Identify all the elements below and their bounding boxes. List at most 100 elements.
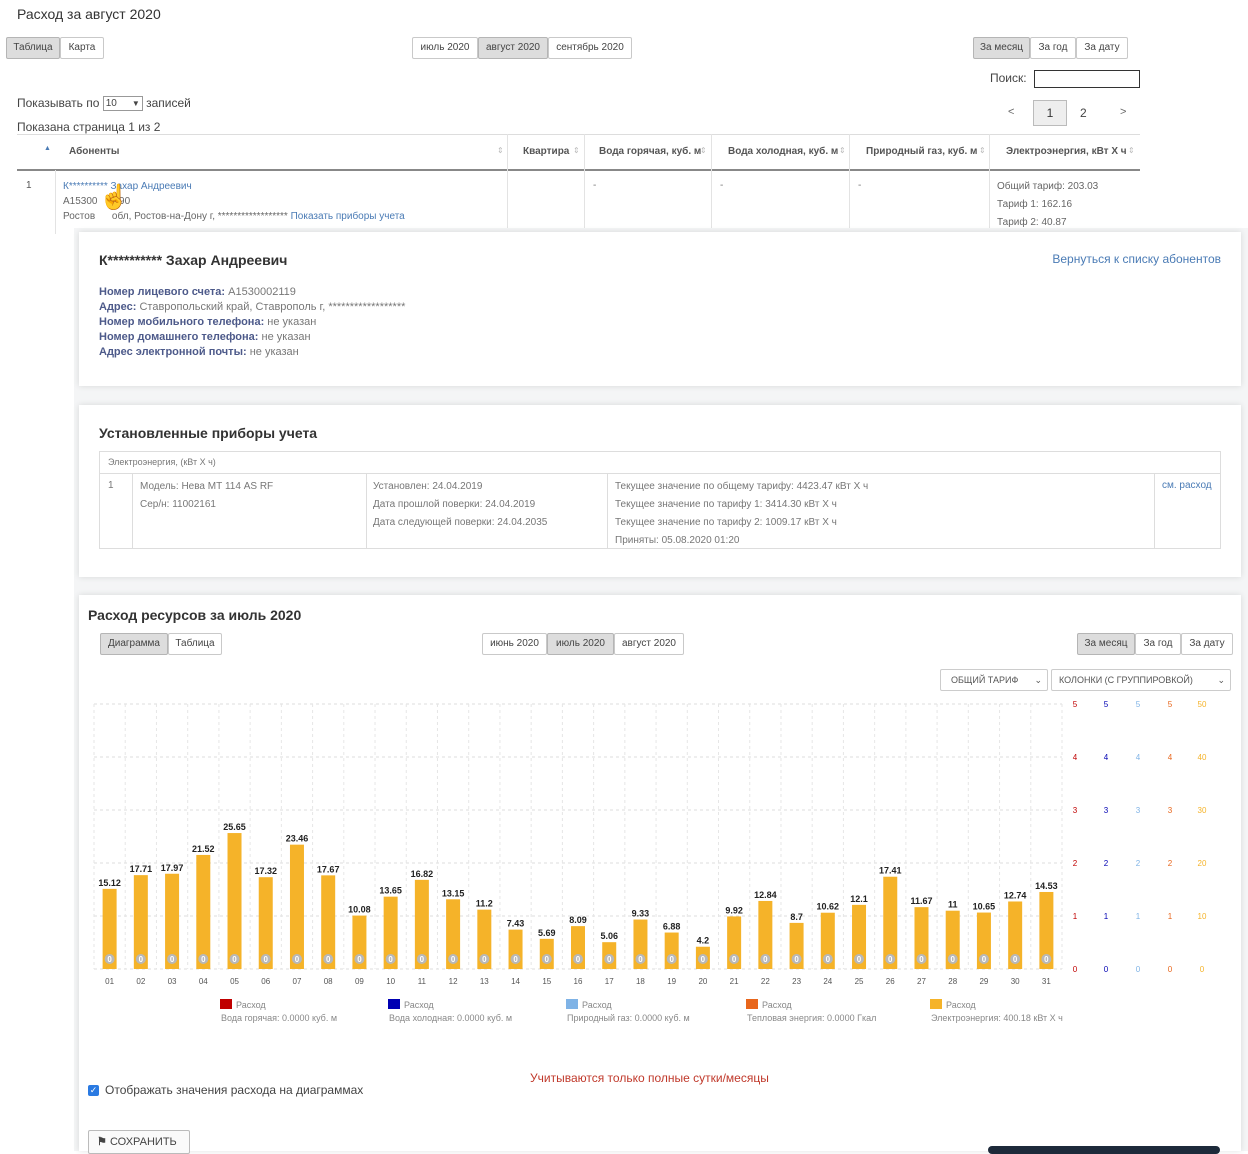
account-number: А15300 bbox=[63, 196, 98, 207]
month-tab-july[interactable]: июль 2020 bbox=[412, 37, 478, 59]
device-number: 1 bbox=[108, 480, 114, 491]
bar-value-label: 17.67 bbox=[317, 864, 340, 874]
x-tick-label: 23 bbox=[792, 977, 801, 986]
legend-swatch bbox=[388, 999, 400, 1009]
usage-period-month[interactable]: За месяц bbox=[1077, 633, 1135, 655]
view-tab-table[interactable]: Таблица bbox=[6, 37, 60, 59]
usage-period-year[interactable]: За год bbox=[1135, 633, 1181, 655]
pager-next[interactable]: > bbox=[1120, 106, 1126, 118]
device-prev-check: Дата прошлой поверки: 24.04.2019 bbox=[373, 499, 536, 510]
field-label: Номер мобильного телефона: bbox=[99, 316, 265, 328]
devices-title: Установленные приборы учета bbox=[99, 425, 318, 441]
legend-swatch bbox=[930, 999, 942, 1009]
bar-value-label: 10.08 bbox=[348, 905, 371, 915]
col-electricity[interactable]: Электроэнергия, кВт Х ч bbox=[1006, 146, 1127, 157]
subscribers-table: ▲ Абоненты ⇕ Квартира ⇕ Вода горячая, ку… bbox=[17, 134, 1140, 234]
x-tick-label: 12 bbox=[449, 977, 458, 986]
col-cold-water[interactable]: Вода холодная, куб. м bbox=[728, 146, 838, 157]
elec-total: Общий тариф: 203.03 bbox=[997, 181, 1099, 192]
zero-value-label: 0 bbox=[170, 955, 175, 964]
pager-page-2[interactable]: 2 bbox=[1080, 106, 1087, 120]
chart-bar bbox=[227, 833, 242, 969]
x-tick-label: 02 bbox=[136, 977, 145, 986]
usage-note: Учитываются только полные сутки/месяцы bbox=[530, 1071, 769, 1085]
period-tab-month[interactable]: За месяц bbox=[973, 37, 1030, 59]
usage-month-july[interactable]: июль 2020 bbox=[547, 633, 614, 655]
col-divider bbox=[849, 134, 850, 234]
chevron-down-icon: ▼ bbox=[131, 99, 140, 109]
period-tab-date[interactable]: За дату bbox=[1076, 37, 1128, 59]
legend-sublabel: Вода холодная: 0.0000 куб. м bbox=[389, 1013, 512, 1023]
page-length-control: Показывать по 10 ▼ записей bbox=[17, 96, 191, 112]
zero-value-label: 0 bbox=[1013, 955, 1018, 964]
elec-t1: Тариф 1: 162.16 bbox=[997, 199, 1073, 210]
month-tab-august[interactable]: август 2020 bbox=[478, 37, 548, 59]
see-usage-link[interactable]: см. расход bbox=[1162, 480, 1212, 491]
right-axis-tick: 3 bbox=[1136, 806, 1141, 815]
right-axis-tick: 5 bbox=[1168, 700, 1173, 709]
usage-tab-table[interactable]: Таблица bbox=[168, 633, 222, 655]
col-divider bbox=[1154, 474, 1155, 548]
search-input[interactable] bbox=[1034, 70, 1140, 88]
zero-value-label: 0 bbox=[264, 955, 269, 964]
right-axis-tick: 3 bbox=[1104, 806, 1109, 815]
pager-page-1[interactable]: 1 bbox=[1033, 100, 1067, 126]
device-readings-block: Текущее значение по общему тарифу: 4423.… bbox=[615, 478, 868, 550]
device-model: Модель: Нева МТ 114 AS RF bbox=[140, 481, 274, 492]
right-axis-tick: 3 bbox=[1073, 806, 1078, 815]
sort-asc-icon[interactable]: ▲ bbox=[44, 145, 51, 152]
right-axis-tick: 40 bbox=[1198, 753, 1207, 762]
zero-value-label: 0 bbox=[295, 955, 300, 964]
usage-tab-diagram[interactable]: Диаграмма bbox=[100, 633, 168, 655]
right-axis-tick: 50 bbox=[1198, 700, 1207, 709]
tariff-select[interactable]: ОБЩИЙ ТАРИФ ⌄ bbox=[940, 669, 1048, 691]
col-gas[interactable]: Природный газ, куб. м bbox=[866, 146, 977, 157]
zero-value-label: 0 bbox=[888, 955, 893, 964]
x-tick-label: 08 bbox=[324, 977, 333, 986]
page-length-select[interactable]: 10 ▼ bbox=[102, 96, 143, 112]
col-hot-water[interactable]: Вода горячая, куб. м bbox=[599, 146, 701, 157]
view-tab-map[interactable]: Карта bbox=[60, 37, 104, 59]
legend-label: Расход bbox=[404, 1000, 434, 1010]
bar-value-label: 9.92 bbox=[725, 905, 743, 915]
show-devices-link[interactable]: Показать приборы учета bbox=[291, 211, 405, 222]
col-apartment[interactable]: Квартира bbox=[523, 146, 569, 157]
columns-select[interactable]: КОЛОНКИ (С ГРУППИРОВКОЙ) ⌄ bbox=[1051, 669, 1231, 691]
bar-value-label: 11 bbox=[948, 900, 958, 910]
field-value: Ставропольский край, Ставрополь г, *****… bbox=[139, 301, 406, 313]
period-tab-year[interactable]: За год bbox=[1030, 37, 1076, 59]
col-divider bbox=[366, 474, 367, 548]
save-button[interactable]: ⚑ СОХРАНИТЬ bbox=[88, 1130, 190, 1154]
col-divider bbox=[607, 474, 608, 548]
page-length-prefix: Показывать по bbox=[17, 96, 100, 110]
bar-value-label: 5.69 bbox=[538, 928, 556, 938]
bar-value-label: 17.71 bbox=[130, 864, 153, 874]
bar-value-label: 5.06 bbox=[600, 931, 618, 941]
x-tick-label: 22 bbox=[761, 977, 770, 986]
zero-value-label: 0 bbox=[701, 955, 706, 964]
usage-month-august[interactable]: август 2020 bbox=[614, 633, 684, 655]
x-tick-label: 27 bbox=[917, 977, 926, 986]
x-tick-label: 19 bbox=[667, 977, 676, 986]
pager-prev[interactable]: < bbox=[1008, 106, 1014, 118]
sort-icon: ⇕ bbox=[497, 146, 504, 155]
usage-chart: 15.1200117.7100217.9700321.5200425.65005… bbox=[93, 700, 1207, 1023]
bar-value-label: 8.7 bbox=[790, 912, 803, 922]
hot-water-value: - bbox=[593, 180, 597, 191]
row-divider bbox=[55, 170, 56, 234]
usage-month-june[interactable]: июнь 2020 bbox=[482, 633, 547, 655]
x-tick-label: 17 bbox=[605, 977, 614, 986]
show-values-checkbox[interactable]: ✓ bbox=[88, 1085, 99, 1096]
month-tab-september[interactable]: сентябрь 2020 bbox=[548, 37, 632, 59]
right-axis-tick: 2 bbox=[1104, 859, 1109, 868]
page-length-value: 10 bbox=[105, 98, 117, 110]
legend-sublabel: Вода горячая: 0.0000 куб. м bbox=[221, 1013, 337, 1023]
bar-value-label: 6.88 bbox=[663, 922, 681, 932]
tariff-select-value: ОБЩИЙ ТАРИФ bbox=[951, 675, 1019, 685]
right-axis-tick: 4 bbox=[1104, 753, 1109, 762]
usage-period-date[interactable]: За дату bbox=[1181, 633, 1233, 655]
back-to-list-link[interactable]: Вернуться к списку абонентов bbox=[1052, 252, 1221, 266]
zero-value-label: 0 bbox=[607, 955, 612, 964]
col-subscribers[interactable]: Абоненты bbox=[69, 146, 119, 157]
right-axis-tick: 20 bbox=[1198, 859, 1207, 868]
